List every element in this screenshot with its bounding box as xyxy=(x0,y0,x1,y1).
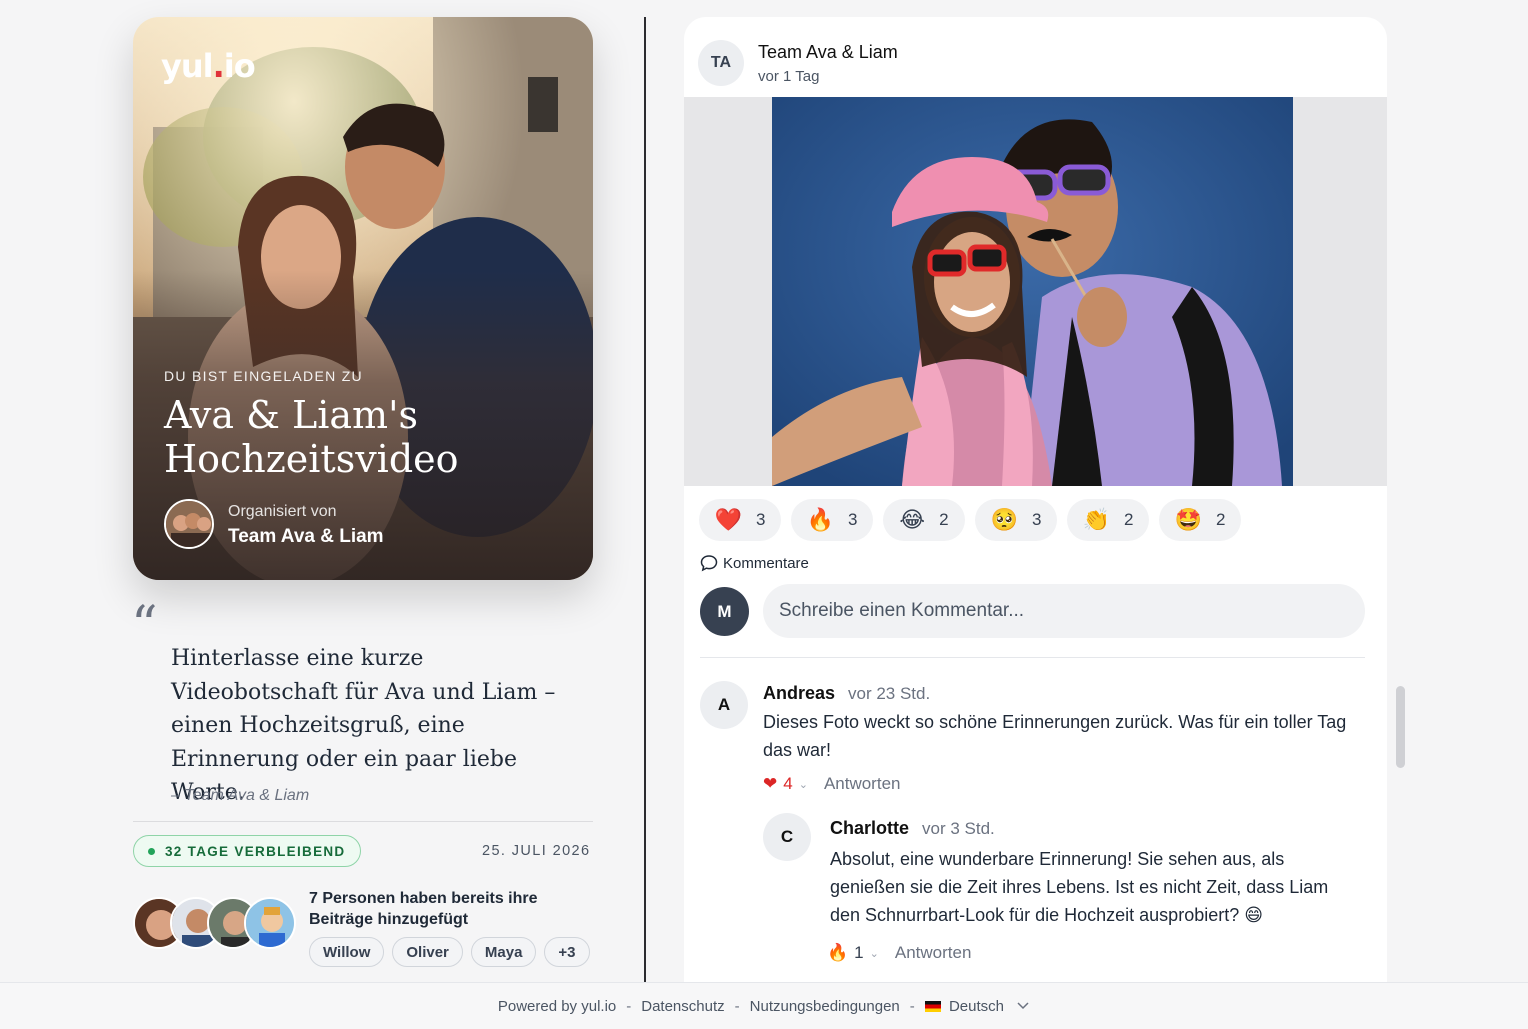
reaction-star-struck-button[interactable]: 🤩 2 xyxy=(1159,499,1241,541)
comments-header: Kommentare xyxy=(700,554,809,572)
reply-button[interactable]: Antworten xyxy=(824,774,901,794)
comment-text: Absolut, eine wunderbare Erinnerung! Sie… xyxy=(830,849,1329,925)
days-remaining-badge: 32 TAGE VERBLEIBEND xyxy=(133,835,362,867)
terms-link[interactable]: Nutzungsbedingungen xyxy=(750,998,900,1015)
comment-actions: 🔥 1 ⌄ Antworten xyxy=(827,943,971,963)
reaction-count: 3 xyxy=(755,510,766,529)
chevron-down-icon[interactable]: ⌄ xyxy=(799,778,808,791)
footer: Powered by yul.io - Datenschutz - Nutzun… xyxy=(0,982,1528,1029)
post-media[interactable] xyxy=(684,97,1387,486)
comment-author-avatar: A xyxy=(700,681,748,729)
german-flag-icon xyxy=(924,1000,941,1012)
comments-label: Kommentare xyxy=(723,554,809,572)
contributor-chip[interactable]: Willow xyxy=(309,937,385,967)
contributor-chip[interactable]: Oliver xyxy=(392,937,463,967)
comment-timestamp: vor 3 Std. xyxy=(922,819,995,838)
organizer-name: Team Ava & Liam xyxy=(228,526,384,547)
post-author-name[interactable]: Team Ava & Liam xyxy=(758,42,898,63)
reaction-bar: ❤️ 3 🔥 3 😂 2 🥺 3 👏 2 🤩 2 xyxy=(699,499,1241,541)
contributors-summary: 7 Personen haben bereits ihre Beiträge h… xyxy=(309,890,538,928)
chevron-down-icon[interactable]: ⌄ xyxy=(870,947,879,960)
speech-bubble-icon xyxy=(700,555,718,572)
reaction-count: 2 xyxy=(939,510,949,529)
laughing-icon: 😂 xyxy=(899,507,926,532)
contributor-avatars xyxy=(133,897,298,951)
star-struck-icon: 🤩 xyxy=(1174,507,1202,532)
post-author-avatar: TA xyxy=(698,40,744,86)
status-dot-icon xyxy=(148,847,155,855)
event-title-line1: Ava & Liam's xyxy=(164,393,419,437)
invitation-hero-card: yul.io DU BIST EINGELADEN ZU Ava & Liam'… xyxy=(133,17,593,580)
separator: - xyxy=(626,997,632,1015)
invitation-message: Hinterlasse eine kurze Videobotschaft fü… xyxy=(171,646,556,805)
comment-input[interactable] xyxy=(763,584,1365,638)
event-title-line2: Hochzeitsvideo xyxy=(164,437,459,481)
deadline-date: 25. JULI 2026 xyxy=(482,843,591,859)
post-header: TA Team Ava & Liam vor 1 Tag xyxy=(684,17,1387,97)
comment-actions: ❤ 4 ⌄ Antworten xyxy=(763,774,900,794)
post-card: TA Team Ava & Liam vor 1 Tag ❤️ 3 🔥 3 😂 … xyxy=(684,17,1387,987)
comment-text: Dieses Foto weckt so schöne Erinnerungen… xyxy=(763,712,1347,760)
fire-icon: 🔥 xyxy=(806,507,834,532)
comment-author-avatar: C xyxy=(763,813,811,861)
powered-by-link[interactable]: Powered by yul.io xyxy=(498,998,616,1015)
privacy-link[interactable]: Datenschutz xyxy=(641,998,724,1015)
reaction-count: 2 xyxy=(1123,510,1134,529)
divider xyxy=(133,821,593,822)
current-user-avatar: M xyxy=(700,587,749,636)
yulio-logo: yul.io xyxy=(161,47,256,85)
post-timestamp: vor 1 Tag xyxy=(758,68,820,85)
days-remaining-label: 32 TAGE VERBLEIBEND xyxy=(165,843,346,859)
comment-author-name[interactable]: Charlotte xyxy=(830,818,909,839)
heart-icon: ❤️ xyxy=(714,507,742,532)
separator: - xyxy=(909,997,915,1015)
reaction-count: 2 xyxy=(1215,510,1226,529)
reaction-count: 3 xyxy=(847,510,858,529)
comment-timestamp: vor 23 Std. xyxy=(848,684,931,703)
column-divider xyxy=(644,17,646,982)
language-selector[interactable]: Deutsch xyxy=(924,997,1030,1015)
reaction-count: 3 xyxy=(1031,510,1042,529)
reaction-clapping-button[interactable]: 👏 2 xyxy=(1067,499,1149,541)
fire-icon[interactable]: 🔥 xyxy=(827,943,848,963)
reaction-pleading-button[interactable]: 🥺 3 xyxy=(975,499,1057,541)
quote-mark-icon: “ xyxy=(131,596,158,656)
more-contributors-chip[interactable]: +3 xyxy=(544,937,590,967)
reply-button[interactable]: Antworten xyxy=(895,943,972,963)
divider xyxy=(700,657,1365,658)
clapping-icon: 👏 xyxy=(1082,507,1110,532)
contributor-chip[interactable]: Maya xyxy=(470,937,537,967)
comment-reaction-count: 1 xyxy=(854,943,864,962)
contributor-names: Willow Oliver Maya +3 xyxy=(309,937,590,967)
comment-author-name[interactable]: Andreas xyxy=(763,683,835,704)
chevron-down-icon xyxy=(1017,1001,1029,1009)
post-photo[interactable] xyxy=(772,97,1293,486)
hero-gradient-overlay xyxy=(133,17,593,580)
pleading-icon: 🥺 xyxy=(990,507,1018,532)
heart-icon[interactable]: ❤ xyxy=(763,774,777,794)
contributor-avatar xyxy=(244,897,296,949)
reaction-fire-button[interactable]: 🔥 3 xyxy=(791,499,873,541)
event-title: Ava & Liam's Hochzeitsvideo xyxy=(164,393,574,481)
reaction-laughing-button[interactable]: 😂 2 xyxy=(883,499,965,541)
separator: - xyxy=(734,997,740,1015)
comment-reaction-count: 4 xyxy=(783,774,793,793)
language-label: Deutsch xyxy=(948,997,1004,1015)
invitation-eyebrow: DU BIST EINGELADEN ZU xyxy=(164,368,363,384)
organizer-label: Organisiert von xyxy=(228,503,337,520)
scrollbar-thumb[interactable] xyxy=(1396,686,1405,768)
organizer-avatar xyxy=(164,499,214,549)
reaction-heart-button[interactable]: ❤️ 3 xyxy=(699,499,781,541)
message-signature: – Team Ava & Liam xyxy=(171,787,310,804)
